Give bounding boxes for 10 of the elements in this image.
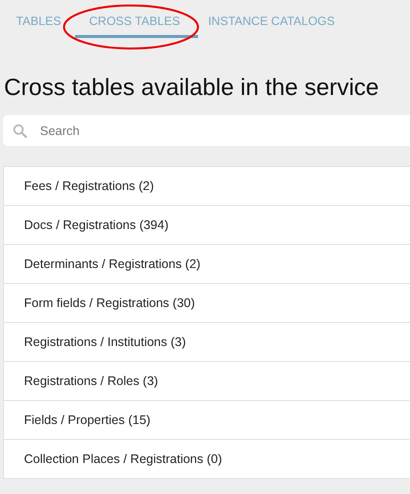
search-field[interactable]: Search (3, 115, 410, 146)
page-heading: Cross tables available in the service (4, 74, 380, 101)
list-item[interactable]: Registrations / Institutions (3) (4, 322, 410, 361)
list-item[interactable]: Fields / Properties (15) (4, 400, 410, 439)
list-item[interactable]: Registrations / Roles (3) (4, 361, 410, 400)
list-item[interactable]: Collection Places / Registrations (0) (4, 439, 410, 478)
list-item[interactable]: Determinants / Registrations (2) (4, 244, 410, 283)
list-item[interactable]: Fees / Registrations (2) (4, 167, 410, 205)
list-item[interactable]: Docs / Registrations (394) (4, 205, 410, 244)
list-item[interactable]: Form fields / Registrations (30) (4, 283, 410, 322)
